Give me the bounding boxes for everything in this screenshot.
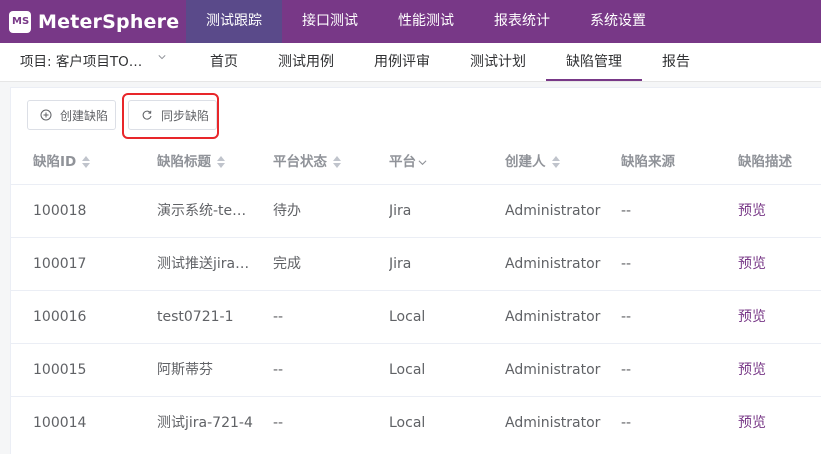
sort-icon[interactable] [82,155,91,169]
nav-performance-test[interactable]: 性能测试 [378,0,474,43]
cell-title: 演示系统-te… [157,203,247,219]
cell-creator: Administrator [505,256,601,272]
cell-id: 100018 [33,203,87,219]
column-platform[interactable]: 平台 [389,140,427,184]
cell-creator: Administrator [505,203,601,219]
cell-platform: Jira [389,256,412,272]
cell-status: -- [273,309,284,325]
cell-id: 100014 [33,415,87,431]
table-row[interactable]: 100017 测试推送jira… 完成 Jira Administrator -… [11,237,821,291]
filter-chevron-icon[interactable] [418,158,427,167]
cell-source: -- [621,415,632,431]
cell-title: 测试推送jira… [157,256,250,272]
cell-source: -- [621,362,632,378]
column-platform-status[interactable]: 平台状态 [273,140,341,184]
preview-link[interactable]: 预览 [738,397,798,450]
logo-text: MeterSphere [38,10,180,33]
tab-test-cases[interactable]: 测试用例 [270,43,342,81]
column-creator[interactable]: 创建人 [505,140,560,184]
cell-platform: Local [389,415,426,431]
cell-source: -- [621,203,632,219]
nav-report-stats[interactable]: 报表统计 [474,0,570,43]
logo-icon: MS [9,10,31,33]
cell-status: -- [273,415,284,431]
cell-creator: Administrator [505,362,601,378]
nav-test-track[interactable]: 测试跟踪 [186,0,282,43]
column-defect-id[interactable]: 缺陷ID [33,140,91,184]
project-selector[interactable]: 项目: 客户项目TO… [20,43,142,81]
cell-platform: Jira [389,203,412,219]
nav-api-test[interactable]: 接口测试 [282,0,378,43]
cell-source: -- [621,256,632,272]
column-defect-description: 缺陷描述 [738,140,792,184]
highlight-box [122,93,219,139]
cell-creator: Administrator [505,415,601,431]
column-label: 平台 [389,154,416,170]
table-row[interactable]: 100015 阿斯蒂芬 -- Local Administrator -- 预览 [11,343,821,397]
column-defect-title[interactable]: 缺陷标题 [157,140,225,184]
column-label: 创建人 [505,154,546,170]
preview-link[interactable]: 预览 [738,344,798,397]
sort-icon[interactable] [333,155,341,169]
plus-circle-icon [40,109,52,121]
cell-title: 测试jira-721-4 [157,415,253,431]
sub-navbar: 项目: 客户项目TO… 首页 测试用例 用例评审 测试计划 缺陷管理 报告 [0,43,821,82]
cell-creator: Administrator [505,309,601,325]
cell-status: 待办 [273,203,301,219]
preview-link[interactable]: 预览 [738,238,798,291]
table-row[interactable]: 100018 演示系统-te… 待办 Jira Administrator --… [11,184,821,238]
cell-source: -- [621,309,632,325]
create-defect-label: 创建缺陷 [60,108,109,123]
cell-title: test0721-1 [157,309,234,325]
chevron-down-icon[interactable] [158,53,166,61]
nav-system-settings[interactable]: 系统设置 [570,0,666,43]
cell-platform: Local [389,362,426,378]
column-label: 缺陷描述 [738,154,792,170]
cell-status: -- [273,362,284,378]
sort-icon[interactable] [217,155,225,169]
cell-id: 100015 [33,362,87,378]
tab-home[interactable]: 首页 [196,43,252,81]
cell-id: 100017 [33,256,87,272]
preview-link[interactable]: 预览 [738,185,798,238]
create-defect-button[interactable]: 创建缺陷 [27,100,116,130]
table-row[interactable]: 100016 test0721-1 -- Local Administrator… [11,290,821,344]
preview-link[interactable]: 预览 [738,291,798,344]
column-label: 缺陷来源 [621,154,675,170]
top-navbar: MS MeterSphere 测试跟踪 接口测试 性能测试 报表统计 系统设置 [0,0,821,43]
cell-id: 100016 [33,309,87,325]
app-logo[interactable]: MS MeterSphere [9,8,179,35]
cell-platform: Local [389,309,426,325]
column-defect-source: 缺陷来源 [621,140,675,184]
tab-case-review[interactable]: 用例评审 [366,43,438,81]
column-label: 缺陷标题 [157,154,211,170]
table-row[interactable]: 100014 测试jira-721-4 -- Local Administrat… [11,396,821,450]
cell-title: 阿斯蒂芬 [157,362,213,378]
tab-test-plan[interactable]: 测试计划 [462,43,534,81]
sort-icon[interactable] [551,155,560,169]
tab-report[interactable]: 报告 [652,43,700,81]
column-label: 平台状态 [273,154,327,170]
cell-status: 完成 [273,256,301,272]
tab-defect-management[interactable]: 缺陷管理 [546,43,642,81]
column-label: 缺陷ID [33,154,77,170]
